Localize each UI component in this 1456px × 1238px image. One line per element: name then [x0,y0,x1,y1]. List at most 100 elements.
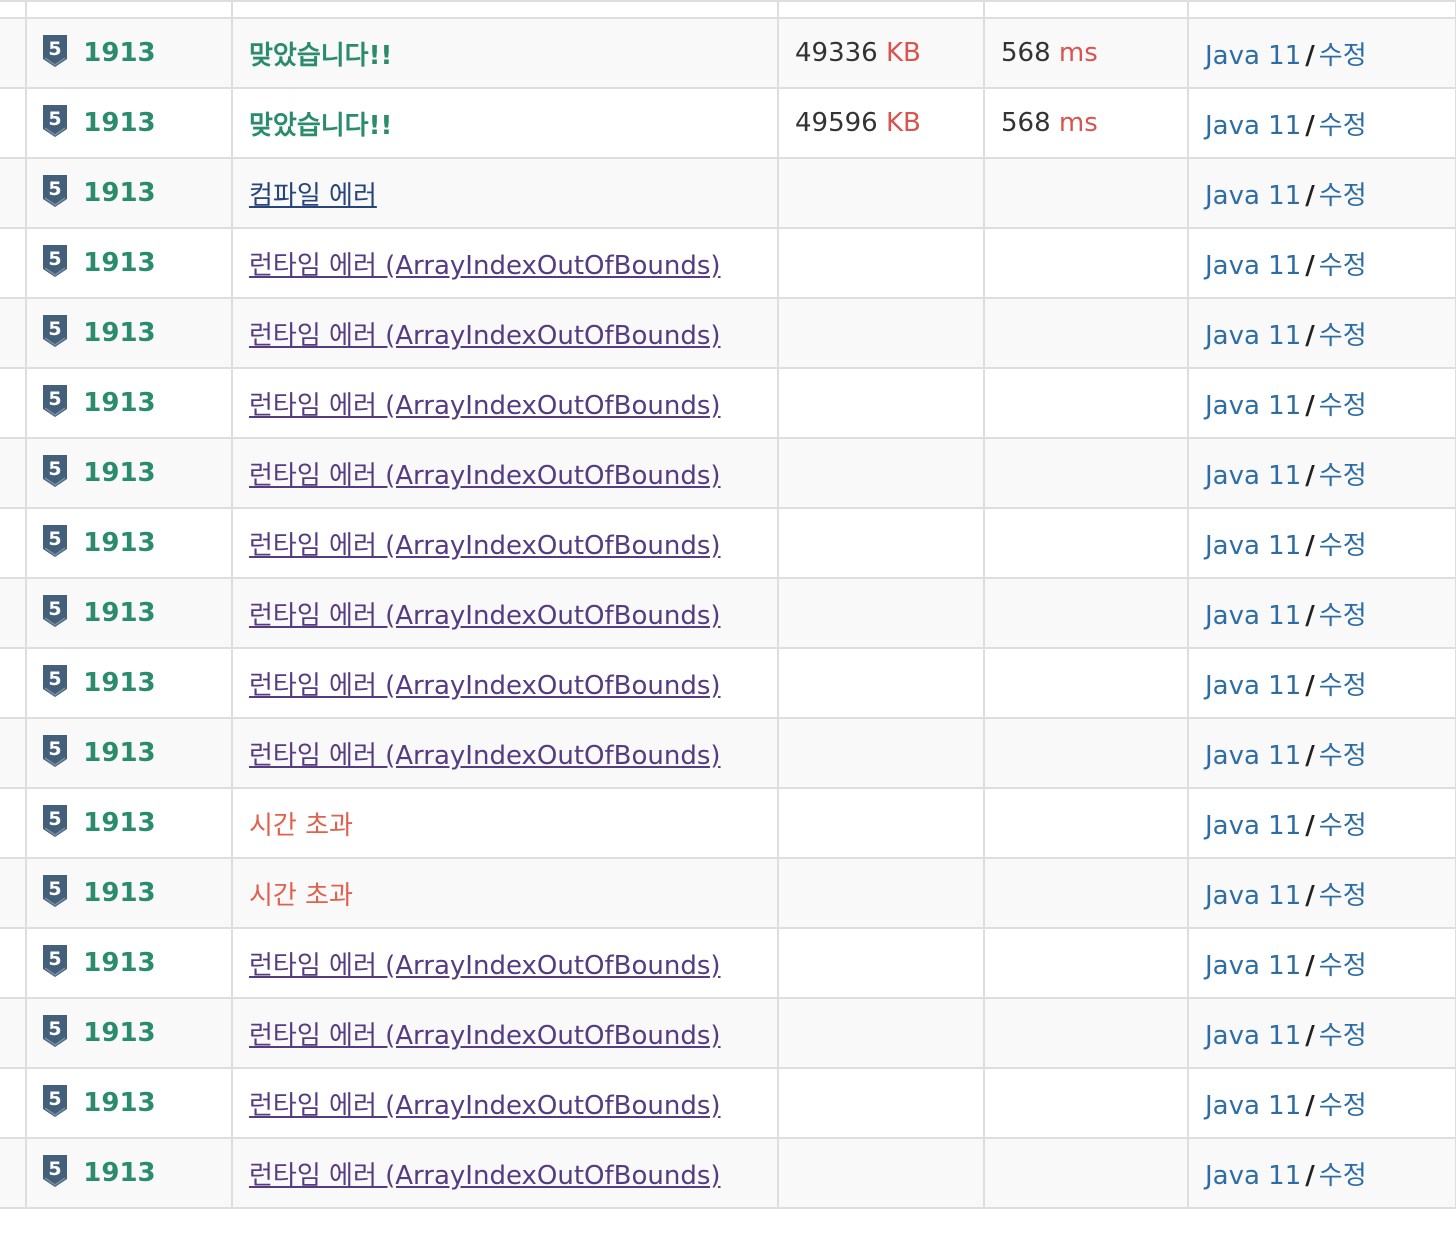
result-link[interactable]: 런타임 에러 (ArrayIndexOutOfBounds) [249,1021,721,1051]
language-link[interactable]: Java 11 [1205,601,1301,631]
language-cell: Java 11/수정 [1187,1067,1456,1139]
language-link[interactable]: Java 11 [1205,1091,1301,1121]
result-cell: 런타임 에러 (ArrayIndexOutOfBounds) [231,297,779,369]
language-link[interactable]: Java 11 [1205,251,1301,281]
result-link[interactable]: 런타임 에러 (ArrayIndexOutOfBounds) [249,461,721,491]
language-link[interactable]: Java 11 [1205,811,1301,841]
tier-level-label: 5 [48,178,61,200]
edit-link[interactable]: 수정 [1319,1091,1367,1121]
row-index-cell [0,1067,27,1139]
problem-cell: 5 1913 [25,297,233,369]
edit-link[interactable]: 수정 [1319,601,1367,631]
problem-id-link[interactable]: 1913 [83,878,155,908]
language-link[interactable]: Java 11 [1205,181,1301,211]
problem-id-link[interactable]: 1913 [83,1158,155,1188]
problem-cell: 5 1913 [25,87,233,159]
result-link[interactable]: 런타임 에러 (ArrayIndexOutOfBounds) [249,531,721,561]
language-link[interactable]: Java 11 [1205,41,1301,71]
language-link[interactable]: Java 11 [1205,461,1301,491]
table-row: 5 1913 런타임 에러 (ArrayIndexOutOfBounds) Ja… [0,227,1456,299]
problem-id-link[interactable]: 1913 [83,1018,155,1048]
language-link[interactable]: Java 11 [1205,671,1301,701]
result-link[interactable]: 런타임 에러 (ArrayIndexOutOfBounds) [249,741,721,771]
language-link[interactable]: Java 11 [1205,111,1301,141]
result-link[interactable]: 런타임 에러 (ArrayIndexOutOfBounds) [249,1161,721,1191]
problem-id-link[interactable]: 1913 [83,808,155,838]
result-link[interactable]: 런타임 에러 (ArrayIndexOutOfBounds) [249,391,721,421]
result-link[interactable]: 런타임 에러 (ArrayIndexOutOfBounds) [249,671,721,701]
result-link[interactable]: 런타임 에러 (ArrayIndexOutOfBounds) [249,601,721,631]
tier-badge-icon: 5 [41,524,69,558]
language-link[interactable]: Java 11 [1205,741,1301,771]
edit-link[interactable]: 수정 [1319,181,1367,211]
edit-link[interactable]: 수정 [1319,251,1367,281]
time-cell [983,507,1189,579]
problem-cell: 5 1913 [25,647,233,719]
table-row: 5 1913 런타임 에러 (ArrayIndexOutOfBounds) Ja… [0,647,1456,719]
edit-link[interactable]: 수정 [1319,1161,1367,1191]
row-index-cell [0,227,27,299]
language-link[interactable]: Java 11 [1205,391,1301,421]
problem-cell: 5 1913 [25,227,233,299]
result-link[interactable]: 컴파일 에러 [249,181,377,211]
result-cell: 런타임 에러 (ArrayIndexOutOfBounds) [231,647,779,719]
edit-link[interactable]: 수정 [1319,531,1367,561]
problem-id-link[interactable]: 1913 [83,318,155,348]
memory-cell [777,297,985,369]
edit-link[interactable]: 수정 [1319,111,1367,141]
language-cell: Java 11/수정 [1187,437,1456,509]
tier-badge-icon: 5 [41,244,69,278]
result-link[interactable]: 런타임 에러 (ArrayIndexOutOfBounds) [249,951,721,981]
time-cell [983,367,1189,439]
time-cell: 568 ms [983,17,1189,89]
edit-link[interactable]: 수정 [1319,321,1367,351]
problem-id-link[interactable]: 1913 [83,1088,155,1118]
problem-id-link[interactable]: 1913 [83,948,155,978]
language-link[interactable]: Java 11 [1205,531,1301,561]
problem-id-link[interactable]: 1913 [83,108,155,138]
language-link[interactable]: Java 11 [1205,1021,1301,1051]
edit-link[interactable]: 수정 [1319,951,1367,981]
tier-level-label: 5 [48,1088,61,1110]
language-link[interactable]: Java 11 [1205,1161,1301,1191]
table-row: 5 1913 런타임 에러 (ArrayIndexOutOfBounds) Ja… [0,367,1456,439]
edit-link[interactable]: 수정 [1319,1021,1367,1051]
time-value: 568 [1001,108,1051,138]
problem-id-link[interactable]: 1913 [83,388,155,418]
tier-level-label: 5 [48,738,61,760]
problem-cell: 5 1913 [25,507,233,579]
table-row: 5 1913 시간 초과 Java 11/수정 [0,787,1456,859]
edit-link[interactable]: 수정 [1319,671,1367,701]
result-link[interactable]: 런타임 에러 (ArrayIndexOutOfBounds) [249,251,721,281]
problem-id-link[interactable]: 1913 [83,738,155,768]
memory-unit: KB [885,38,921,68]
language-link[interactable]: Java 11 [1205,951,1301,981]
row-index-cell [0,297,27,369]
table-row: 5 1913 컴파일 에러 Java 11/수정 [0,157,1456,229]
language-link[interactable]: Java 11 [1205,881,1301,911]
table-row: 5 1913 런타임 에러 (ArrayIndexOutOfBounds) Ja… [0,297,1456,369]
edit-link[interactable]: 수정 [1319,881,1367,911]
problem-cell: 5 1913 [25,1137,233,1209]
time-cell [983,647,1189,719]
result-cell: 런타임 에러 (ArrayIndexOutOfBounds) [231,227,779,299]
separator: / [1305,950,1315,981]
problem-id-link[interactable]: 1913 [83,668,155,698]
language-link[interactable]: Java 11 [1205,321,1301,351]
language-cell: Java 11/수정 [1187,997,1456,1069]
result-cell: 런타임 에러 (ArrayIndexOutOfBounds) [231,577,779,649]
result-link[interactable]: 런타임 에러 (ArrayIndexOutOfBounds) [249,321,721,351]
edit-link[interactable]: 수정 [1319,41,1367,71]
result-link[interactable]: 런타임 에러 (ArrayIndexOutOfBounds) [249,1091,721,1121]
edit-link[interactable]: 수정 [1319,741,1367,771]
language-cell: Java 11/수정 [1187,17,1456,89]
edit-link[interactable]: 수정 [1319,461,1367,491]
edit-link[interactable]: 수정 [1319,391,1367,421]
problem-id-link[interactable]: 1913 [83,38,155,68]
problem-id-link[interactable]: 1913 [83,458,155,488]
problem-id-link[interactable]: 1913 [83,528,155,558]
problem-id-link[interactable]: 1913 [83,178,155,208]
problem-id-link[interactable]: 1913 [83,248,155,278]
problem-id-link[interactable]: 1913 [83,598,155,628]
edit-link[interactable]: 수정 [1319,811,1367,841]
